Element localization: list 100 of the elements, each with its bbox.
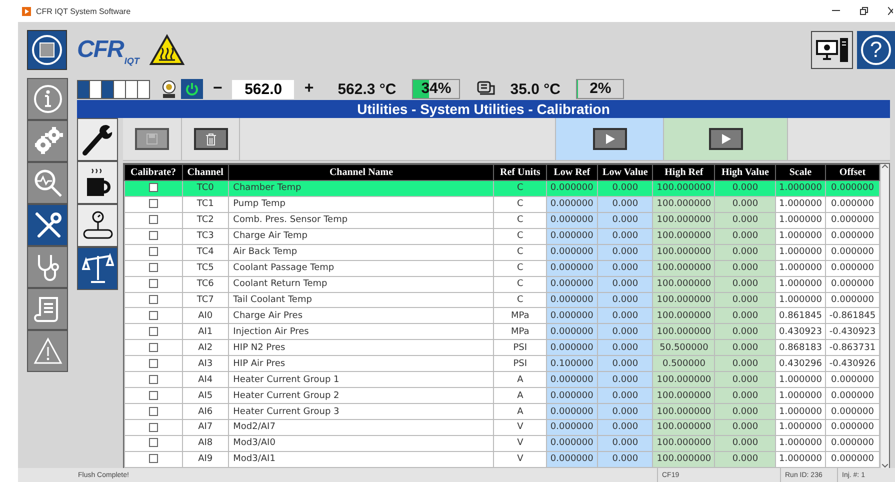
subnav-item[interactable] (77, 161, 118, 204)
table-cell: 0.000 (714, 404, 776, 420)
table-cell: V (494, 435, 546, 452)
checkbox[interactable] (148, 326, 158, 336)
table-cell: PSI (494, 356, 546, 372)
table-cell: 0.000 (597, 180, 653, 196)
table-cell: 0.000 (597, 420, 653, 436)
table-cell: 0.000 (714, 196, 776, 212)
table-cell: 0.000 (597, 228, 653, 244)
checkbox[interactable] (148, 231, 158, 240)
table-cell: 100.000000 (652, 372, 715, 388)
table-cell: C (494, 276, 546, 292)
checkbox[interactable] (148, 454, 158, 464)
decrease-button[interactable]: − (203, 80, 232, 98)
subnav-item[interactable] (77, 118, 118, 161)
table-cell: 0.000000 (825, 180, 880, 196)
table-cell: 50.500000 (652, 340, 715, 356)
checkbox[interactable] (148, 183, 158, 192)
table-cell: Heater Current Group 3 (228, 404, 494, 420)
checkbox[interactable] (148, 438, 158, 448)
column-header: Channel Name (228, 164, 494, 180)
play-button[interactable] (592, 128, 626, 150)
table-cell: AI8 (182, 435, 229, 452)
table-cell: Charge Air Temp (228, 228, 494, 244)
table-cell: Mod2/AI7 (228, 420, 494, 436)
sidebar-item[interactable] (27, 162, 68, 204)
table-cell: 0.000000 (546, 404, 598, 420)
table-cell: 0.861845 (775, 308, 826, 324)
sidebar-item[interactable] (27, 330, 68, 372)
sidebar-item[interactable] (27, 120, 68, 162)
table-cell: AI3 (182, 356, 229, 372)
table-cell: TC4 (182, 244, 229, 260)
close-icon[interactable] (888, 7, 893, 15)
power-button[interactable] (181, 79, 203, 99)
scroll-down-icon[interactable] (882, 464, 888, 468)
table-cell: 0.000000 (546, 451, 598, 468)
table-cell: 0.430296 (775, 356, 826, 372)
table-cell: A (494, 372, 546, 388)
table-cell: 0.000 (714, 451, 776, 468)
table-cell: 1.000000 (775, 388, 826, 404)
wrench-icon (80, 122, 114, 156)
table-cell: 0.000 (714, 260, 776, 276)
column-header: Ref Units (494, 164, 546, 180)
subnav-item[interactable] (77, 247, 118, 290)
table-cell: AI1 (182, 324, 229, 340)
table-cell: 0.000000 (546, 292, 598, 308)
setpoint-field[interactable]: 562.0 (232, 80, 294, 98)
restore-icon[interactable] (860, 7, 868, 15)
table-cell: 0.000000 (546, 180, 598, 196)
table-cell: Coolant Passage Temp (228, 260, 494, 276)
subnav-item[interactable] (77, 204, 118, 247)
sidebar-item[interactable] (27, 246, 68, 288)
checkbox[interactable] (148, 342, 158, 352)
checkbox[interactable] (148, 199, 158, 208)
table-cell: 1.000000 (775, 404, 826, 420)
table-cell: 1.000000 (775, 212, 826, 228)
play-button[interactable] (708, 128, 742, 150)
table-cell: TC7 (182, 292, 229, 308)
checkbox[interactable] (148, 263, 158, 272)
table-cell: 0.000 (597, 244, 653, 260)
table-cell: TC6 (182, 276, 229, 292)
table-cell: Charge Air Pres (228, 308, 494, 324)
checkbox[interactable] (148, 374, 158, 384)
checkbox[interactable] (148, 390, 158, 400)
checkbox[interactable] (148, 215, 158, 224)
table-cell: 0.500000 (652, 356, 715, 372)
table-cell: Injection Air Pres (228, 324, 494, 340)
help-button[interactable]: ? (857, 31, 895, 69)
checkbox[interactable] (148, 295, 158, 304)
table-cell: Comb. Pres. Sensor Temp (228, 212, 494, 228)
info-icon (32, 84, 62, 114)
play-icon (720, 133, 732, 145)
checkbox[interactable] (148, 406, 158, 416)
page-title: Utilities - System Utilities - Calibration (77, 100, 890, 118)
table-cell: Coolant Return Temp (228, 276, 494, 292)
table-cell: TC5 (182, 260, 229, 276)
checkbox[interactable] (148, 279, 158, 288)
table-cell: 1.000000 (775, 276, 826, 292)
table-cell: 100.000000 (652, 212, 715, 228)
scrollbar[interactable] (880, 164, 889, 468)
checkbox[interactable] (148, 247, 158, 256)
checkbox[interactable] (148, 358, 158, 368)
delete-button[interactable] (194, 128, 228, 150)
column-header: Offset (825, 164, 880, 180)
tools-icon (32, 210, 62, 240)
sidebar-item[interactable] (27, 204, 68, 246)
minimize-icon[interactable] (832, 10, 840, 12)
stop-button[interactable] (27, 30, 67, 70)
sidebar-item[interactable] (27, 78, 68, 120)
magnifier-icon (32, 168, 62, 198)
increase-button[interactable]: + (294, 80, 324, 98)
table-cell: 0.430923 (775, 324, 826, 340)
table-cell: C (494, 292, 546, 308)
computer-settings-button[interactable] (811, 31, 853, 69)
checkbox[interactable] (148, 310, 158, 320)
checkbox[interactable] (148, 422, 158, 432)
table-cell: TC1 (182, 196, 229, 212)
sidebar-item[interactable] (27, 288, 68, 330)
table-cell: 0.000000 (546, 212, 598, 228)
scroll-up-icon[interactable] (882, 164, 888, 168)
